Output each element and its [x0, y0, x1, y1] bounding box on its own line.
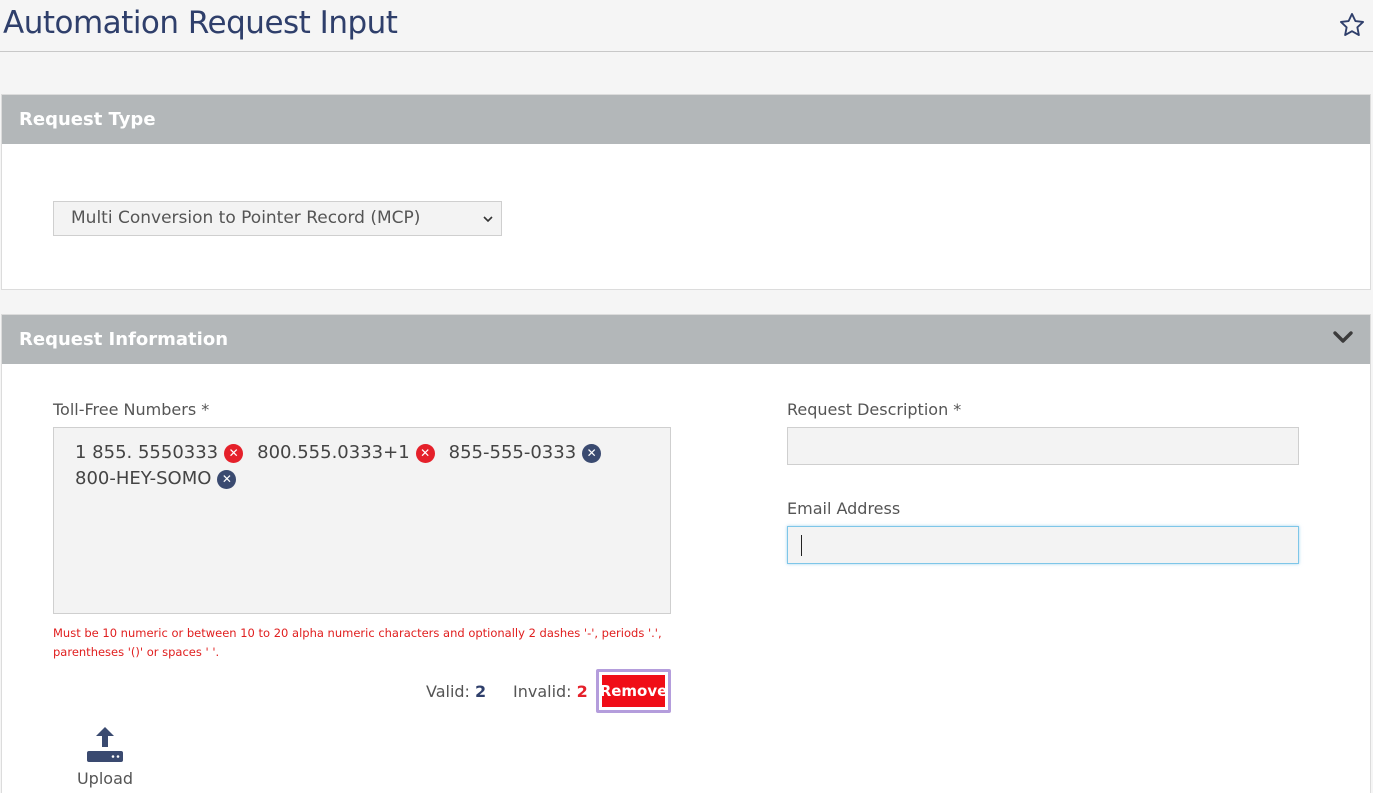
chip-text: 855-555-0333	[448, 442, 577, 463]
email-address-label: Email Address	[787, 499, 901, 518]
upload-icon	[87, 727, 123, 762]
request-information-panel: Request Information Toll-Free Numbers * …	[1, 314, 1371, 793]
select-value: Multi Conversion to Pointer Record (MCP)	[71, 208, 421, 228]
request-type-select[interactable]: Multi Conversion to Pointer Record (MCP)	[53, 201, 502, 236]
panel-heading: Request Type	[2, 95, 1370, 144]
upload-label: Upload	[76, 769, 134, 788]
invalid-counter: Invalid: 2	[513, 682, 588, 701]
validation-message: Must be 10 numeric or between 10 to 20 a…	[53, 626, 662, 659]
invalid-count: 2	[576, 682, 588, 701]
text-caret	[801, 535, 802, 556]
toll-free-label: Toll-Free Numbers *	[53, 400, 210, 419]
number-chip: 800.555.0333+1 ✕	[257, 440, 435, 466]
request-description-input[interactable]	[787, 427, 1299, 465]
upload-button[interactable]: Upload	[75, 725, 135, 788]
request-description-label: Request Description *	[787, 400, 962, 419]
remove-button[interactable]: Remove	[600, 675, 667, 707]
remove-chip-icon[interactable]: ✕	[217, 469, 237, 489]
number-chip: 1 855. 5550333 ✕	[75, 440, 244, 466]
chevron-down-icon	[483, 216, 493, 223]
toll-free-input[interactable]: 1 855. 5550333 ✕ 800.555.0333+1 ✕ 855-55…	[53, 427, 671, 614]
number-chip: 855-555-0333 ✕	[449, 440, 602, 466]
invalid-label: Invalid:	[513, 682, 572, 701]
chip-text: 800.555.0333+1	[257, 442, 410, 463]
page-header: Automation Request Input	[0, 0, 1373, 52]
valid-label: Valid:	[426, 682, 470, 701]
remove-button-focus[interactable]: Remove	[596, 669, 671, 713]
number-chip: 800-HEY-SOMO ✕	[75, 466, 237, 492]
request-type-panel: Request Type Multi Conversion to Pointer…	[1, 94, 1371, 290]
remove-chip-icon[interactable]: ✕	[582, 443, 602, 463]
panel-heading: Request Information	[2, 315, 1370, 364]
page-title: Automation Request Input	[3, 5, 398, 41]
valid-counter: Valid: 2	[426, 682, 486, 701]
email-field[interactable]	[787, 526, 1299, 564]
remove-chip-icon[interactable]: ✕	[415, 443, 435, 463]
chip-text: 1 855. 5550333	[75, 442, 219, 463]
panel-heading-text: Request Information	[19, 329, 229, 350]
remove-chip-icon[interactable]: ✕	[224, 443, 244, 463]
chevron-down-icon[interactable]	[1332, 328, 1354, 346]
star-icon[interactable]	[1338, 11, 1366, 39]
valid-count: 2	[475, 682, 487, 701]
chip-text: 800-HEY-SOMO	[75, 468, 212, 489]
